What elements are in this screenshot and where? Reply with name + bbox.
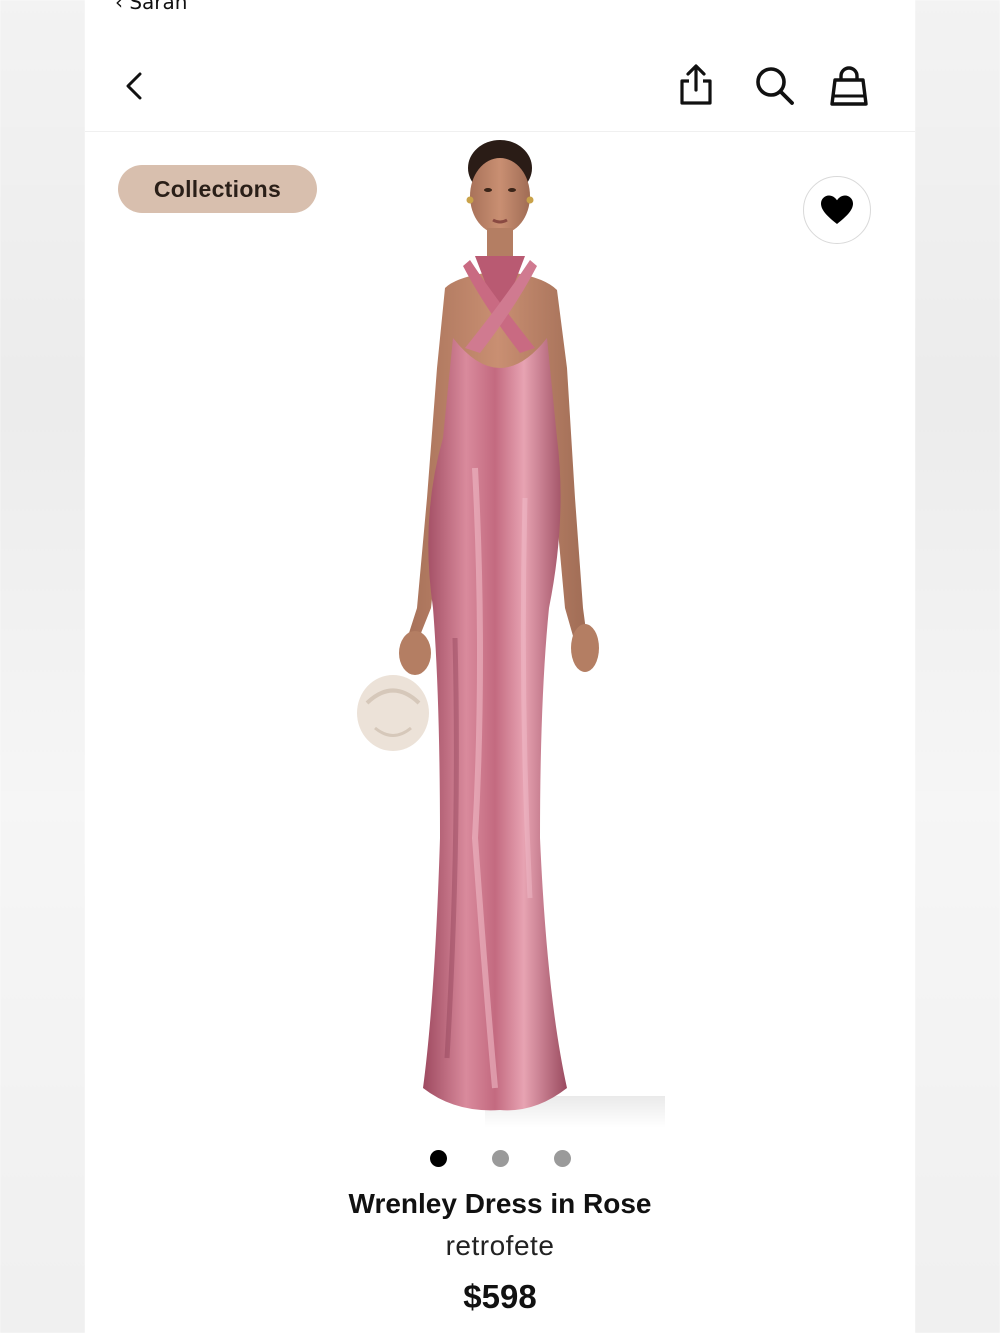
top-cut-text: ‹ Sarah <box>115 0 188 14</box>
chevron-left-icon <box>126 72 142 100</box>
pagination-dot-2[interactable] <box>492 1150 509 1167</box>
product-page: ‹ Sarah Collections Wrenley Dress in Ros… <box>85 0 915 1333</box>
share-icon <box>680 64 712 105</box>
left-backdrop <box>0 0 85 1333</box>
share-button[interactable] <box>677 64 715 106</box>
shopping-bag-icon <box>830 66 868 106</box>
right-backdrop <box>915 0 1000 1333</box>
pagination-dot-3[interactable] <box>554 1150 571 1167</box>
search-button[interactable] <box>753 64 797 108</box>
search-icon <box>756 67 794 105</box>
product-brand[interactable]: retrofete <box>85 1230 915 1262</box>
product-price: $598 <box>463 1278 537 1315</box>
image-pagination <box>85 1148 915 1168</box>
heart-icon <box>821 195 853 224</box>
dress-model-illustration <box>357 140 715 1128</box>
product-name: Wrenley Dress in Rose <box>348 1188 652 1219</box>
favorite-button[interactable] <box>803 176 871 244</box>
collections-badge[interactable]: Collections <box>118 165 317 213</box>
shopping-bag-button[interactable] <box>827 64 871 108</box>
pagination-dot-1[interactable] <box>430 1150 447 1167</box>
back-button[interactable] <box>120 68 150 104</box>
product-image[interactable] <box>335 138 715 1128</box>
top-nav-bar <box>85 40 915 132</box>
